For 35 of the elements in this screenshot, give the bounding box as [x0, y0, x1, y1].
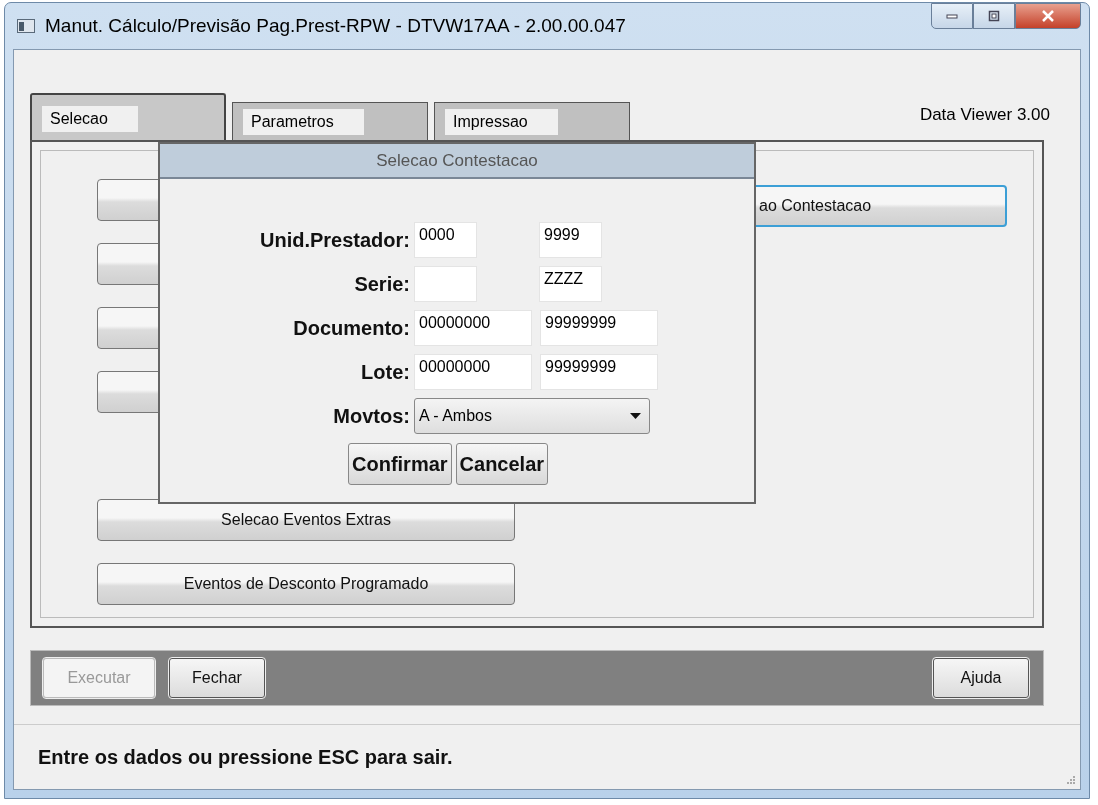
dropdown[interactable]: A - Ambos [414, 398, 650, 434]
tab[interactable]: Selecao [30, 93, 226, 140]
input-field[interactable]: 00000000 [414, 310, 532, 346]
resize-grip-icon [1066, 775, 1076, 785]
caret-icon [630, 413, 641, 419]
status-text: Entre os dados ou pressione ESC para sair. [38, 745, 453, 769]
dialog-button[interactable]: Confirmar [348, 443, 452, 485]
field-label: Serie: [353, 272, 411, 296]
maximize-icon [988, 10, 1000, 22]
dialog-title: Selecao Contestacao [160, 144, 754, 179]
tab[interactable]: Parametros [232, 102, 428, 140]
window-title: Manut. Cálculo/Previsão Pag.Prest-RPW - DTVW17AA - 2.00.00.047 [45, 15, 626, 37]
close-button[interactable] [1015, 3, 1081, 29]
window-icon [17, 19, 35, 33]
maximize-button[interactable] [973, 3, 1015, 29]
input-field[interactable]: 0000 [414, 222, 477, 258]
input-field[interactable]: 99999999 [540, 310, 658, 346]
input-field[interactable]: 00000000 [414, 354, 532, 390]
input-field[interactable]: 9999 [539, 222, 602, 258]
panel-button[interactable]: Eventos de Desconto Programado [97, 563, 515, 605]
input-field[interactable]: 99999999 [540, 354, 658, 390]
field-label: Unid.Prestador: [258, 228, 411, 252]
version-label: Data Viewer 3.00 [919, 105, 1050, 125]
toolbar-button[interactable]: Fechar [169, 658, 265, 698]
tab[interactable]: Impressao [434, 102, 630, 140]
input-field[interactable] [414, 266, 477, 302]
input-field[interactable]: ZZZZ [539, 266, 602, 302]
minimize-icon [946, 13, 958, 19]
dialog-button[interactable]: Cancelar [455, 443, 549, 485]
field-label: Documento: [292, 316, 411, 340]
toolbar-button[interactable]: Ajuda [933, 658, 1029, 698]
field-label: Movtos: [332, 404, 411, 428]
field-label: Lote: [360, 360, 411, 384]
close-icon [1041, 10, 1055, 22]
minimize-button[interactable] [931, 3, 973, 29]
